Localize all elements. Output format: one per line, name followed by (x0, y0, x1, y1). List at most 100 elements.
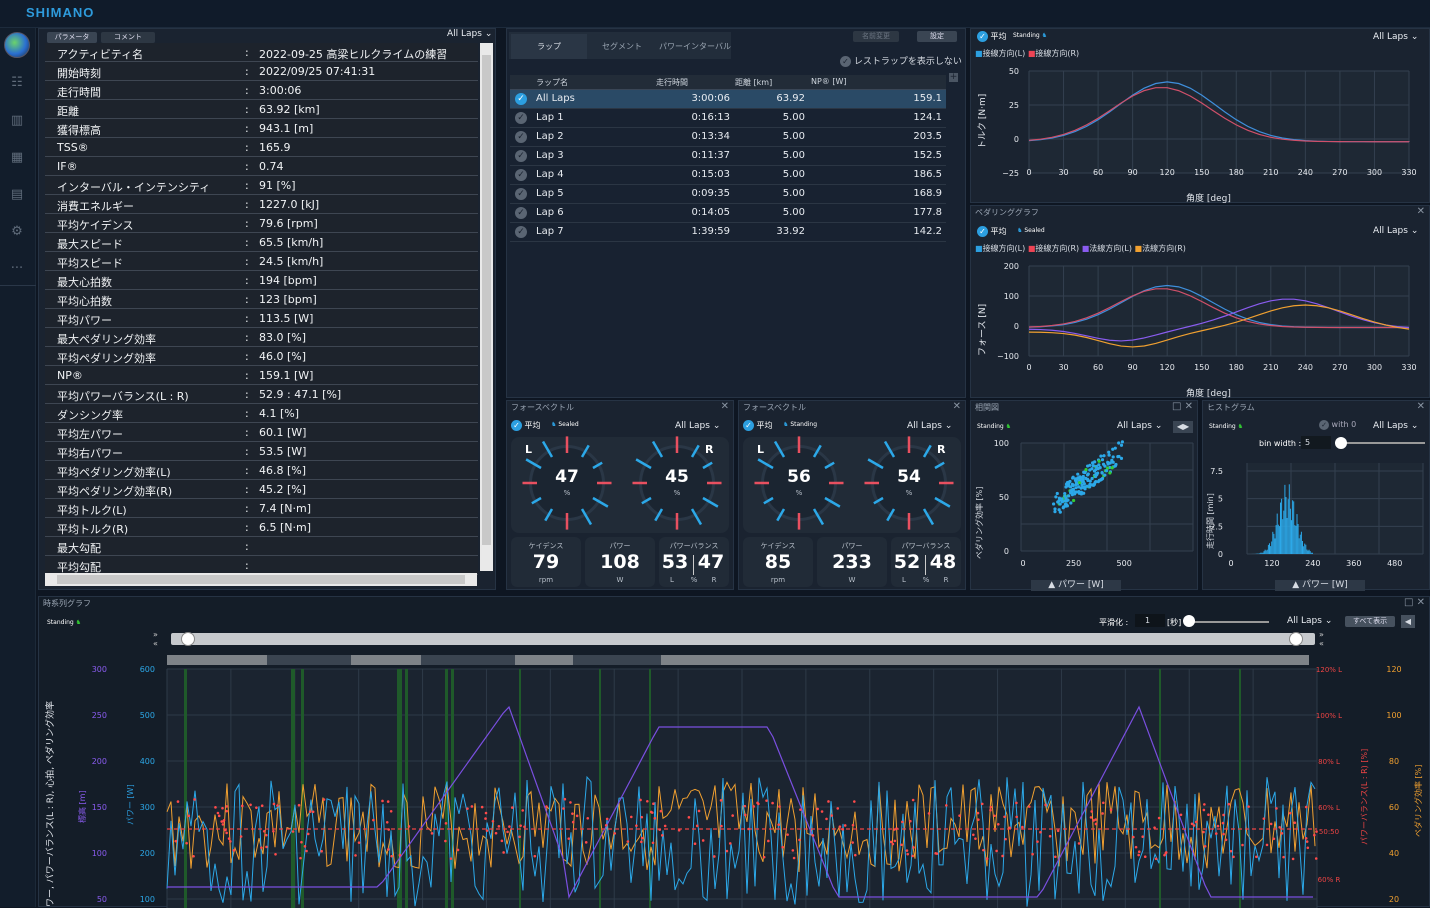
lap-segment (351, 655, 421, 665)
check-icon[interactable]: ✓ (515, 131, 527, 143)
lap-row[interactable]: ✓All Laps3:00:0663.92159.1 (510, 90, 946, 109)
balance-point (444, 840, 447, 843)
balance-point (276, 804, 279, 807)
check-icon[interactable]: ✓ (515, 169, 527, 181)
check-icon[interactable]: ✓ (515, 93, 527, 105)
scatter-point (1071, 483, 1074, 486)
lap-distance: 5.00 (755, 131, 805, 142)
balance-point (799, 808, 802, 811)
scrollbar-horizontal[interactable] (45, 573, 477, 586)
balance-point (792, 849, 795, 852)
rename-button[interactable]: 名前変更 (853, 31, 899, 42)
lap-table: ラップ名 走行時間 距離 [km] NP® [W] ✓All Laps3:00:… (510, 75, 946, 242)
balance-point (851, 841, 854, 844)
tab-segment[interactable]: セグメント (587, 34, 657, 59)
param-value: 123 [bpm] (259, 293, 317, 306)
param-value: 943.1 [m] (259, 122, 313, 135)
balance-point (635, 824, 638, 827)
document-icon[interactable]: ▤ (7, 186, 27, 204)
balance-point (1138, 850, 1141, 853)
check-icon[interactable]: ✓ (515, 150, 527, 162)
check-icon[interactable]: ✓ (515, 188, 527, 200)
lap-row[interactable]: ✓Lap 10:16:135.00124.1 (510, 109, 946, 128)
avatar[interactable] (4, 32, 30, 58)
check-icon[interactable]: ✓ (515, 226, 527, 238)
scatter-point (1107, 451, 1110, 454)
scrollbar-vertical[interactable] (480, 43, 493, 571)
param-value: 113.5 [W] (259, 312, 313, 325)
tick-label: 180 (1229, 363, 1244, 372)
tick-label: 0 (1026, 363, 1031, 372)
scatter-point (1098, 460, 1101, 463)
more-icon[interactable]: ··· (7, 260, 27, 278)
tab-parameters[interactable]: パラメータ (47, 32, 97, 43)
param-value: 2022/09/25 07:41:31 (259, 65, 375, 78)
tab-laps[interactable]: ラップ (511, 34, 587, 59)
chart-icon[interactable]: ▥ (7, 112, 27, 130)
tick-label: 100 (92, 849, 107, 858)
scatter-point (1120, 457, 1123, 460)
histogram-bar (1269, 543, 1270, 554)
tick-label: 80 (1389, 757, 1399, 766)
tab-comment[interactable]: コメント (101, 32, 155, 43)
grid-icon[interactable]: ☷ (7, 74, 27, 92)
balance-point (1137, 854, 1140, 857)
balance-point (249, 804, 252, 807)
gear-icon[interactable]: ⚙ (7, 223, 27, 241)
add-icon[interactable]: + (949, 73, 958, 82)
histo-x-label[interactable]: ▲ パワー [W] (1275, 580, 1365, 591)
tick-label: 5 (1218, 495, 1223, 504)
params-laps-dropdown[interactable]: All Laps ⌄ (447, 29, 492, 39)
scatter-point (1105, 469, 1108, 472)
balance-point (812, 834, 815, 837)
lap-row[interactable]: ✓Lap 40:15:035.00186.5 (510, 166, 946, 185)
balance-point (906, 853, 909, 856)
tick-label: 100% L (1316, 712, 1342, 720)
scatter-point (1079, 478, 1082, 481)
param-row: インターバル・インテンシティ:91 [%] (45, 176, 478, 195)
param-row: IF®:0.74 (45, 157, 478, 176)
param-row: 最大心拍数:194 [bpm] (45, 271, 478, 290)
balance-point (605, 824, 608, 827)
balance-point (650, 811, 653, 814)
scatter-x-label[interactable]: ▲ パワー [W] (1031, 580, 1121, 591)
tick-label: 0 (1014, 135, 1019, 144)
scatter-point (1083, 485, 1086, 488)
balance-point (174, 840, 177, 843)
balance-point (986, 857, 989, 860)
param-key: 平均トルク(R) (57, 521, 128, 537)
lap-row[interactable]: ✓Lap 50:09:355.00168.9 (510, 185, 946, 204)
time-series-panel: 時系列グラフ □ ✕ Standing ♞ 平滑化 : 1 [秒] All La… (38, 596, 1430, 907)
balance-point (300, 841, 303, 844)
balance-point (222, 823, 225, 826)
balance-point (1315, 830, 1318, 833)
lap-row[interactable]: ✓Lap 71:39:5933.92142.2 (510, 223, 946, 242)
lap-row[interactable]: ✓Lap 20:13:345.00203.5 (510, 128, 946, 147)
balance-point (974, 837, 977, 840)
force-vector (642, 498, 651, 503)
param-key: NP® (57, 369, 83, 382)
tick-label: 500 (1117, 559, 1132, 568)
balance-point (1001, 855, 1004, 858)
scatter-point (1096, 472, 1099, 475)
balance-point (187, 814, 190, 817)
calendar-icon[interactable]: ▦ (7, 149, 27, 167)
settings-button[interactable]: 設定 (917, 31, 957, 42)
lap-row[interactable]: ✓Lap 60:14:055.00177.8 (510, 204, 946, 223)
histogram-bar (1282, 519, 1283, 554)
scatter-point (1063, 495, 1066, 498)
rest-lap-toggle[interactable]: ✓ レストラップを表示しない (840, 54, 962, 67)
balance-point (793, 857, 796, 860)
tick-label: 120 (1160, 168, 1175, 177)
scatter-point (1117, 441, 1120, 444)
check-icon[interactable]: ✓ (515, 207, 527, 219)
tick-label: 2.5 (1210, 522, 1223, 531)
lap-row[interactable]: ✓Lap 30:11:375.00152.5 (510, 147, 946, 166)
histogram-bar (1312, 553, 1313, 554)
balance-point (1193, 824, 1196, 827)
check-icon[interactable]: ✓ (515, 112, 527, 124)
scatter-point (1065, 499, 1068, 502)
tab-power-interval[interactable]: パワーインターバル (657, 34, 733, 59)
tick-label: 200 (1004, 262, 1019, 271)
balance-point (221, 807, 224, 810)
